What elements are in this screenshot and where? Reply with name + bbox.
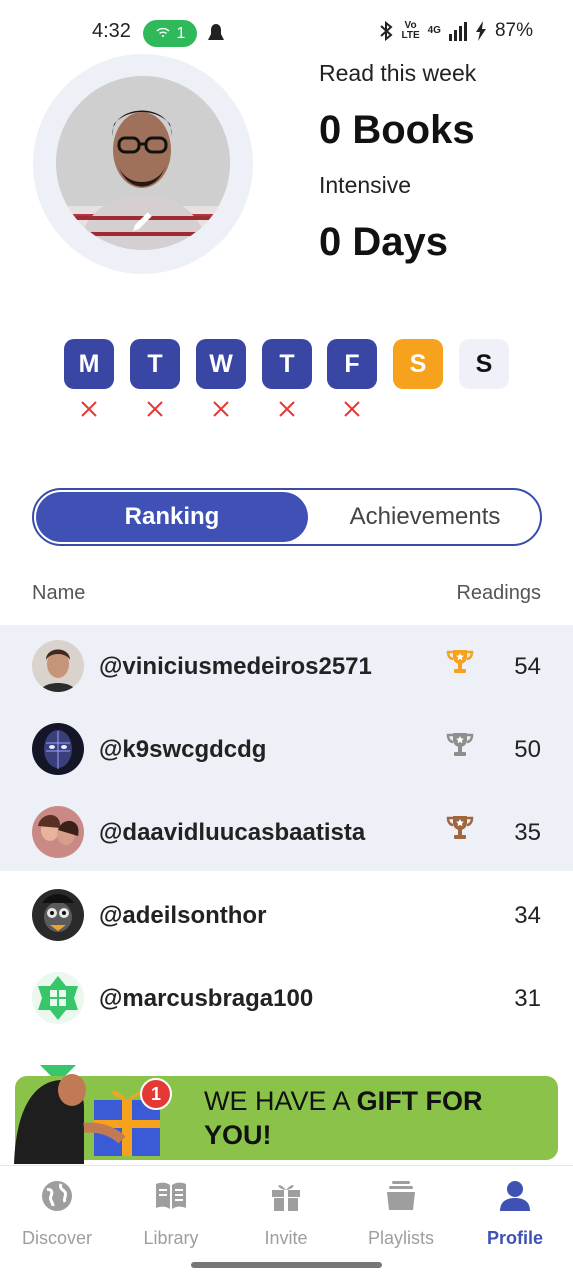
ranking-achievements-toggle: Ranking Achievements (32, 488, 542, 546)
user-avatar (32, 889, 84, 941)
readings-count: 31 (514, 985, 541, 1012)
missed-x-icon (344, 401, 360, 417)
ranking-row[interactable]: @adeilsonthor 34 (0, 874, 573, 957)
missed-x-icon (147, 401, 163, 417)
tab-achievements[interactable]: Achievements (310, 490, 540, 544)
readings-count: 50 (514, 736, 541, 763)
books-count: 0 Books (319, 108, 475, 152)
user-avatar (32, 640, 84, 692)
gift-notification-badge: 1 (140, 1078, 172, 1110)
username: @daavidluucasbaatista (99, 819, 366, 846)
network-type: 4G (427, 25, 441, 36)
ranking-row[interactable]: @daavidluucasbaatista 35 (0, 791, 573, 874)
read-this-week-label: Read this week (319, 60, 477, 86)
nav-label: Profile (486, 1228, 543, 1248)
notification-icon (208, 24, 224, 40)
nav-profile[interactable]: Profile (458, 1178, 572, 1249)
day-friday: F (327, 339, 377, 389)
missed-x-icon (213, 401, 229, 417)
hotspot-count: 1 (176, 24, 186, 42)
missed-x-icon (81, 401, 97, 417)
username: @k9swcgdcdg (99, 736, 267, 763)
volte-indicator: Vo LTE (401, 20, 420, 41)
readings-count: 35 (514, 819, 541, 846)
battery-level: 87% (494, 20, 533, 41)
readings-count: 34 (514, 902, 541, 929)
gold-trophy-icon (446, 650, 474, 673)
nav-label: Discover (21, 1228, 92, 1248)
nav-library[interactable]: Library (114, 1178, 228, 1249)
signal-icon (448, 22, 467, 41)
day-tuesday: T (130, 339, 180, 389)
tab-ranking[interactable]: Ranking (36, 492, 308, 542)
gift-banner-text: WE HAVE A GIFT FOR YOU! (204, 1086, 483, 1150)
bronze-trophy-icon (446, 816, 474, 839)
readings-column-header: Readings (456, 582, 541, 604)
status-time: 4:32 (92, 20, 131, 42)
nav-label: Playlists (367, 1228, 434, 1248)
nav-label: Invite (264, 1228, 308, 1248)
silver-trophy-icon (446, 733, 474, 756)
username: @viniciusmedeiros2571 (99, 653, 372, 680)
gift-icon (272, 1185, 300, 1211)
hotspot-indicator: 1 (143, 20, 197, 47)
charging-icon (475, 21, 486, 41)
user-avatar (32, 806, 84, 858)
stack-icon (387, 1181, 415, 1210)
username: @adeilsonthor (99, 902, 267, 929)
nav-playlists[interactable]: Playlists (344, 1178, 458, 1249)
status-right: Vo LTE 4G 87% (379, 20, 533, 42)
hotspot-icon (156, 27, 170, 37)
name-column-header: Name (32, 582, 86, 604)
home-gesture-bar[interactable] (191, 1262, 382, 1268)
gift-box-illustration (14, 1074, 160, 1164)
day-wednesday: W (196, 339, 246, 389)
nav-discover[interactable]: Discover (0, 1178, 114, 1249)
day-saturday: S (393, 339, 443, 389)
day-monday: M (64, 339, 114, 389)
bluetooth-icon (380, 21, 394, 41)
ranking-row[interactable]: @viniciusmedeiros2571 54 (0, 625, 573, 708)
book-icon (156, 1182, 186, 1209)
username: @marcusbraga100 (99, 985, 314, 1012)
day-sunday: S (459, 339, 509, 389)
missed-x-icon (279, 401, 295, 417)
nav-label: Library (143, 1228, 199, 1248)
user-avatar (32, 723, 84, 775)
status-bar: 4:32 1 Vo LTE 4G 87% (0, 0, 573, 66)
readings-count: 54 (514, 653, 541, 680)
ranking-row[interactable]: @k9swcgdcdg 50 (0, 708, 573, 791)
edit-pencil-icon[interactable] (128, 208, 156, 236)
days-count: 0 Days (319, 220, 448, 264)
ranking-row[interactable]: @marcusbraga100 31 (0, 957, 573, 1040)
person-icon (500, 1181, 530, 1211)
user-avatar (32, 972, 84, 1024)
day-thursday: T (262, 339, 312, 389)
nav-invite[interactable]: Invite (229, 1178, 343, 1249)
intensive-label: Intensive (319, 172, 412, 198)
globe-icon (42, 1181, 72, 1211)
